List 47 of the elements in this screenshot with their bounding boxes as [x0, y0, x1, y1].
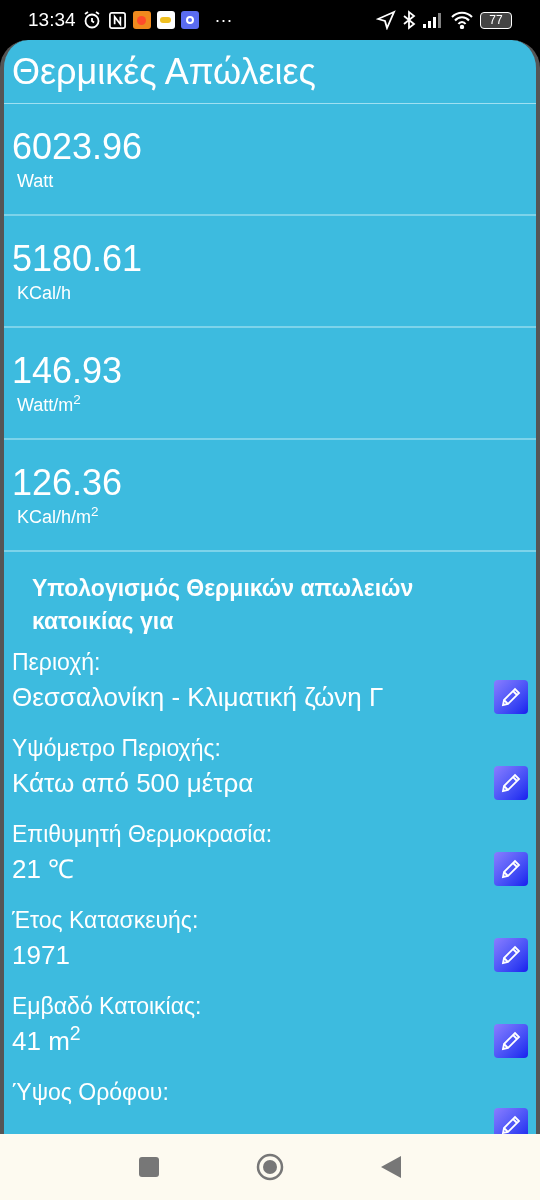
pencil-icon — [499, 943, 523, 967]
app-icon — [156, 11, 175, 29]
wifi-icon — [450, 11, 474, 29]
parameter-label: Περιοχή: — [12, 648, 102, 677]
edit-button[interactable] — [494, 766, 528, 800]
signal-icon — [422, 11, 444, 29]
parameter-value: 1971 — [12, 939, 70, 972]
section-heading: Υπολογισμός Θερμικών απωλειών κατοικίας για — [31, 574, 415, 636]
parameter-value: Θεσσαλονίκη - Κλιματική ζώνη Γ — [12, 681, 384, 714]
recents-icon[interactable] — [138, 1156, 160, 1178]
parameter-label: Εμβαδό Κατοικίας: — [12, 992, 203, 1021]
battery-indicator: 77 — [480, 11, 512, 29]
location-icon — [376, 10, 396, 30]
parameter-value: 21 ℃ — [12, 853, 75, 886]
nfc-icon — [107, 10, 127, 30]
parameter-label: Υψόμετρο Περιοχής: — [12, 734, 222, 763]
edit-button[interactable] — [494, 1024, 528, 1058]
pencil-icon — [499, 1113, 523, 1134]
screen-title: Θερμικές Απώλειες — [4, 40, 536, 104]
result-value: 146.93 — [12, 350, 124, 392]
result-unit: KCal/h — [16, 282, 73, 305]
parameter-label: Επιθυμητή Θερμοκρασία: — [12, 820, 274, 849]
result-unit: KCal/h/m$^{2}$ — [16, 504, 100, 529]
result-value: 6023.96 — [12, 126, 144, 168]
result-unit: Watt/m$^{2}$ — [16, 392, 82, 417]
back-icon[interactable] — [380, 1155, 402, 1179]
pencil-icon — [499, 857, 523, 881]
home-icon[interactable] — [256, 1153, 284, 1181]
pencil-icon — [499, 685, 523, 709]
parameter-value: Κάτω από 500 μέτρα — [12, 767, 254, 800]
result-value: 5180.61 — [12, 238, 144, 280]
pencil-icon — [499, 1029, 523, 1053]
result-value: 126.36 — [12, 462, 124, 504]
bluetooth-icon — [402, 10, 416, 30]
edit-button[interactable] — [494, 680, 528, 714]
parameter-label: Έτος Κατασκευής: — [12, 906, 200, 935]
app-icon — [132, 11, 151, 29]
app-icon — [180, 11, 199, 29]
clock: 13:34 — [28, 7, 76, 32]
edit-button[interactable] — [494, 1108, 528, 1134]
parameter-value: 41 m$^{2}$ — [12, 1022, 81, 1058]
parameter-label: Ύψος Ορόφου: — [12, 1078, 170, 1107]
pencil-icon — [499, 771, 523, 795]
more-notifications: ··· — [214, 8, 233, 32]
edit-button[interactable] — [494, 938, 528, 972]
result-unit: Watt — [16, 170, 55, 193]
edit-button[interactable] — [494, 852, 528, 886]
